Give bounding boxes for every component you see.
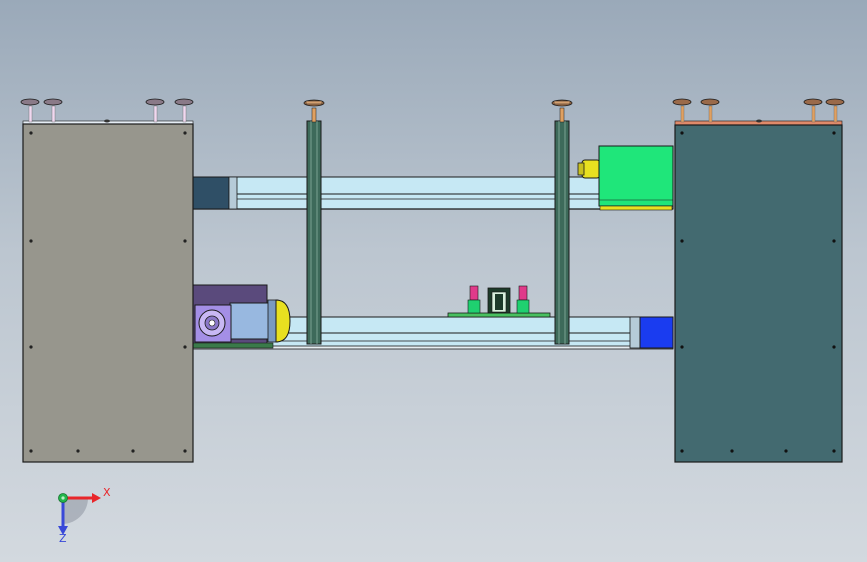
locating-pin-left [467, 285, 481, 314]
leveling-foot [672, 98, 692, 123]
leveling-foot [700, 98, 720, 123]
right-panel [674, 119, 843, 463]
leveling-foot [43, 98, 63, 123]
left-panel [22, 119, 194, 463]
gearbox-motor [192, 284, 291, 349]
carriage-plate [447, 287, 551, 318]
cad-viewport[interactable]: X Z [0, 0, 867, 562]
right-panel-feet [672, 98, 845, 123]
vertical-post-right [551, 99, 573, 345]
triad-plane-shadow [63, 498, 89, 524]
leveling-foot [803, 98, 823, 123]
assembly-drawing: X Z [20, 98, 845, 545]
lower-rail-blue-block [639, 316, 674, 349]
leveling-foot [20, 98, 40, 123]
x-axis-label: X [103, 486, 111, 499]
leveling-foot [145, 98, 165, 123]
locating-pin-right [516, 285, 530, 314]
axis-triad[interactable]: X Z [58, 486, 111, 545]
upper-rail-end-block [192, 176, 238, 210]
leveling-foot [825, 98, 845, 123]
left-panel-feet [20, 98, 194, 123]
y-axis-arrow [58, 493, 68, 503]
leveling-foot [174, 98, 194, 123]
vertical-post-left [303, 99, 325, 345]
z-axis-label: Z [59, 532, 67, 545]
